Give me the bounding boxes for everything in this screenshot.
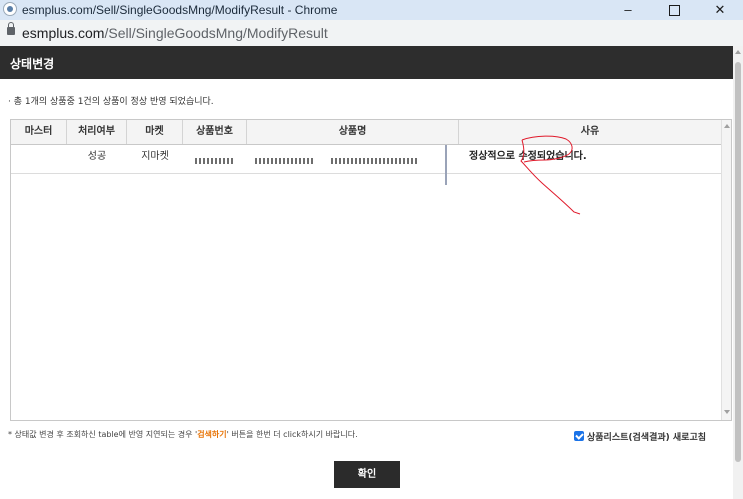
url-text: esmplus.com/Sell/SingleGoodsMng/ModifyRe…: [22, 25, 328, 41]
url-host: esmplus.com: [22, 25, 105, 41]
column-header-master: 마스터: [11, 120, 67, 144]
cell-reason: 정상적으로 수정되었습니다.: [469, 151, 587, 162]
table-scroll-down-icon[interactable]: [724, 410, 730, 414]
table-scrollbar[interactable]: [721, 120, 731, 420]
result-table: 마스터 처리여부 마켓 상품번호 상품명 사유 성공 지마켓 정상적으로 수정되…: [10, 119, 732, 421]
lock-icon: [7, 22, 15, 35]
cell-master: [11, 145, 67, 173]
scrollbar-thumb[interactable]: [735, 62, 741, 462]
cell-product-no: [183, 145, 247, 173]
maximize-icon: [668, 5, 680, 17]
url-path: /Sell/SingleGoodsMng/ModifyResult: [104, 25, 328, 41]
window-title: esmplus.com/Sell/SingleGoodsMng/ModifyRe…: [22, 3, 338, 17]
dialog-header: 상태변경: [0, 46, 733, 79]
refresh-list-label: 상품리스트(검색결과) 새로고침: [587, 433, 707, 443]
browser-title-bar: esmplus.com/Sell/SingleGoodsMng/ModifyRe…: [0, 0, 743, 20]
redacted-product-no: [195, 158, 235, 164]
table-scroll-up-icon[interactable]: [724, 124, 730, 128]
chrome-icon: [3, 2, 17, 16]
table-header: 마스터 처리여부 마켓 상품번호 상품명 사유: [11, 120, 721, 145]
cell-market: 지마켓: [141, 151, 169, 162]
column-resize-handle[interactable]: [445, 145, 447, 185]
result-summary: · 총 1개의 상품중 1건의 상품이 정상 반영 되었습니다.: [8, 97, 214, 107]
page-scrollbar[interactable]: [733, 46, 743, 499]
refresh-list-checkbox[interactable]: 상품리스트(검색결과) 새로고침: [574, 430, 706, 443]
delay-notice: * 상태값 변경 후 조회하신 table에 반영 지연되는 경우 '검색하기'…: [8, 429, 358, 440]
minimize-button[interactable]: –: [605, 0, 651, 20]
checkbox-checked-icon[interactable]: [574, 431, 584, 441]
cell-product-name: [247, 145, 459, 173]
cell-status: 성공: [87, 151, 107, 162]
redacted-product-name-1: [255, 158, 315, 164]
column-header-reason: 사유: [580, 126, 600, 137]
notice-suffix: ' 버튼을 한번 더 click하시기 바랍니다.: [226, 430, 358, 439]
column-header-status: 처리여부: [67, 120, 127, 144]
confirm-button[interactable]: 확인: [334, 461, 400, 488]
close-button[interactable]: ✕: [697, 0, 743, 20]
column-header-product-no: 상품번호: [183, 120, 247, 144]
address-bar[interactable]: esmplus.com/Sell/SingleGoodsMng/ModifyRe…: [0, 20, 743, 46]
table-row[interactable]: 성공 지마켓 정상적으로 수정되었습니다.: [11, 145, 721, 174]
scroll-up-icon[interactable]: [735, 50, 741, 54]
notice-search-keyword: 검색하기: [197, 430, 227, 439]
dialog-title: 상태변경: [10, 57, 55, 71]
redacted-product-name-2: [331, 158, 417, 164]
column-header-market: 마켓: [127, 120, 183, 144]
maximize-button[interactable]: [651, 0, 697, 20]
notice-prefix: * 상태값 변경 후 조회하신 table에 반영 지연되는 경우 ': [8, 430, 198, 439]
column-header-product-name: 상품명: [247, 120, 459, 144]
